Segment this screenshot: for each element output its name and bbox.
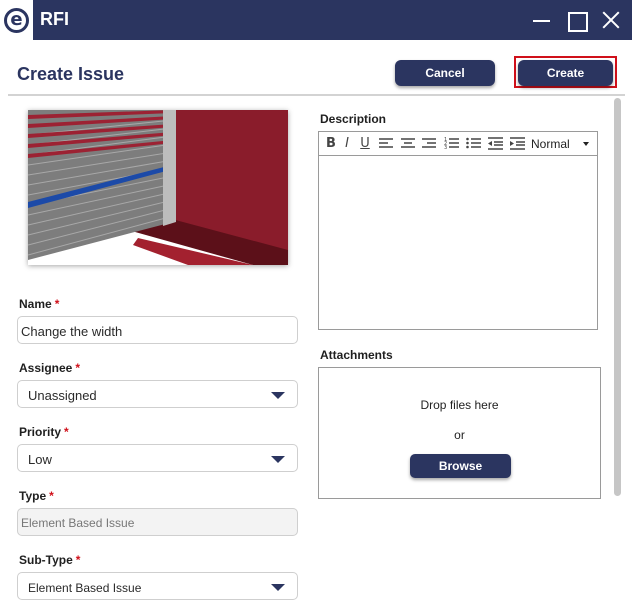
window-title: RFI xyxy=(40,9,69,29)
issue-thumbnail xyxy=(28,110,288,265)
outdent-icon[interactable] xyxy=(487,135,503,152)
assignee-select[interactable]: Unassigned xyxy=(17,380,298,408)
browse-button[interactable]: Browse xyxy=(410,454,511,478)
chevron-down-icon xyxy=(271,456,285,463)
element-preview-image xyxy=(28,110,288,265)
or-text: or xyxy=(454,428,465,442)
type-field: Element Based Issue xyxy=(17,508,298,536)
close-icon[interactable] xyxy=(597,6,625,34)
underline-button[interactable]: U xyxy=(357,135,373,152)
drop-files-text: Drop files here xyxy=(420,398,499,412)
svg-text:3: 3 xyxy=(444,145,447,150)
name-label: Name * xyxy=(19,297,60,311)
title-bar: e RFI xyxy=(0,0,632,40)
chevron-down-icon xyxy=(271,392,285,399)
create-button[interactable]: Create xyxy=(518,60,613,86)
maximize-icon[interactable] xyxy=(563,6,591,34)
vertical-scrollbar[interactable] xyxy=(614,98,621,496)
ordered-list-icon[interactable]: 123 xyxy=(443,135,459,152)
priority-select[interactable]: Low xyxy=(17,444,298,472)
indent-icon[interactable] xyxy=(509,135,525,152)
chevron-down-icon xyxy=(583,142,589,146)
type-label: Type * xyxy=(19,489,54,503)
name-input[interactable]: Change the width xyxy=(17,316,298,344)
bullet-list-icon[interactable] xyxy=(465,135,481,152)
page-title: Create Issue xyxy=(17,64,125,84)
text-format-select[interactable]: Normal xyxy=(531,137,570,151)
header-divider xyxy=(8,94,625,96)
chevron-down-icon xyxy=(271,584,285,591)
align-left-icon[interactable] xyxy=(378,135,394,152)
description-label: Description xyxy=(320,112,387,126)
editor-toolbar: B I U 123 Normal xyxy=(319,132,597,156)
priority-label: Priority * xyxy=(19,425,69,439)
cancel-button[interactable]: Cancel xyxy=(395,60,495,86)
assignee-label: Assignee * xyxy=(19,361,81,375)
align-center-icon[interactable] xyxy=(400,135,416,152)
attachments-label: Attachments xyxy=(320,348,393,362)
italic-button[interactable]: I xyxy=(339,135,355,152)
align-right-icon[interactable] xyxy=(421,135,437,152)
minimize-icon[interactable] xyxy=(528,6,556,34)
attachments-dropzone[interactable]: Drop files here or Browse xyxy=(318,367,601,499)
subtype-select[interactable]: Element Based Issue xyxy=(17,572,298,600)
app-logo-icon: e xyxy=(0,0,33,40)
subtype-label: Sub-Type * xyxy=(19,553,81,567)
description-editor[interactable]: B I U 123 Normal xyxy=(318,131,598,330)
bold-button[interactable]: B xyxy=(323,135,339,152)
